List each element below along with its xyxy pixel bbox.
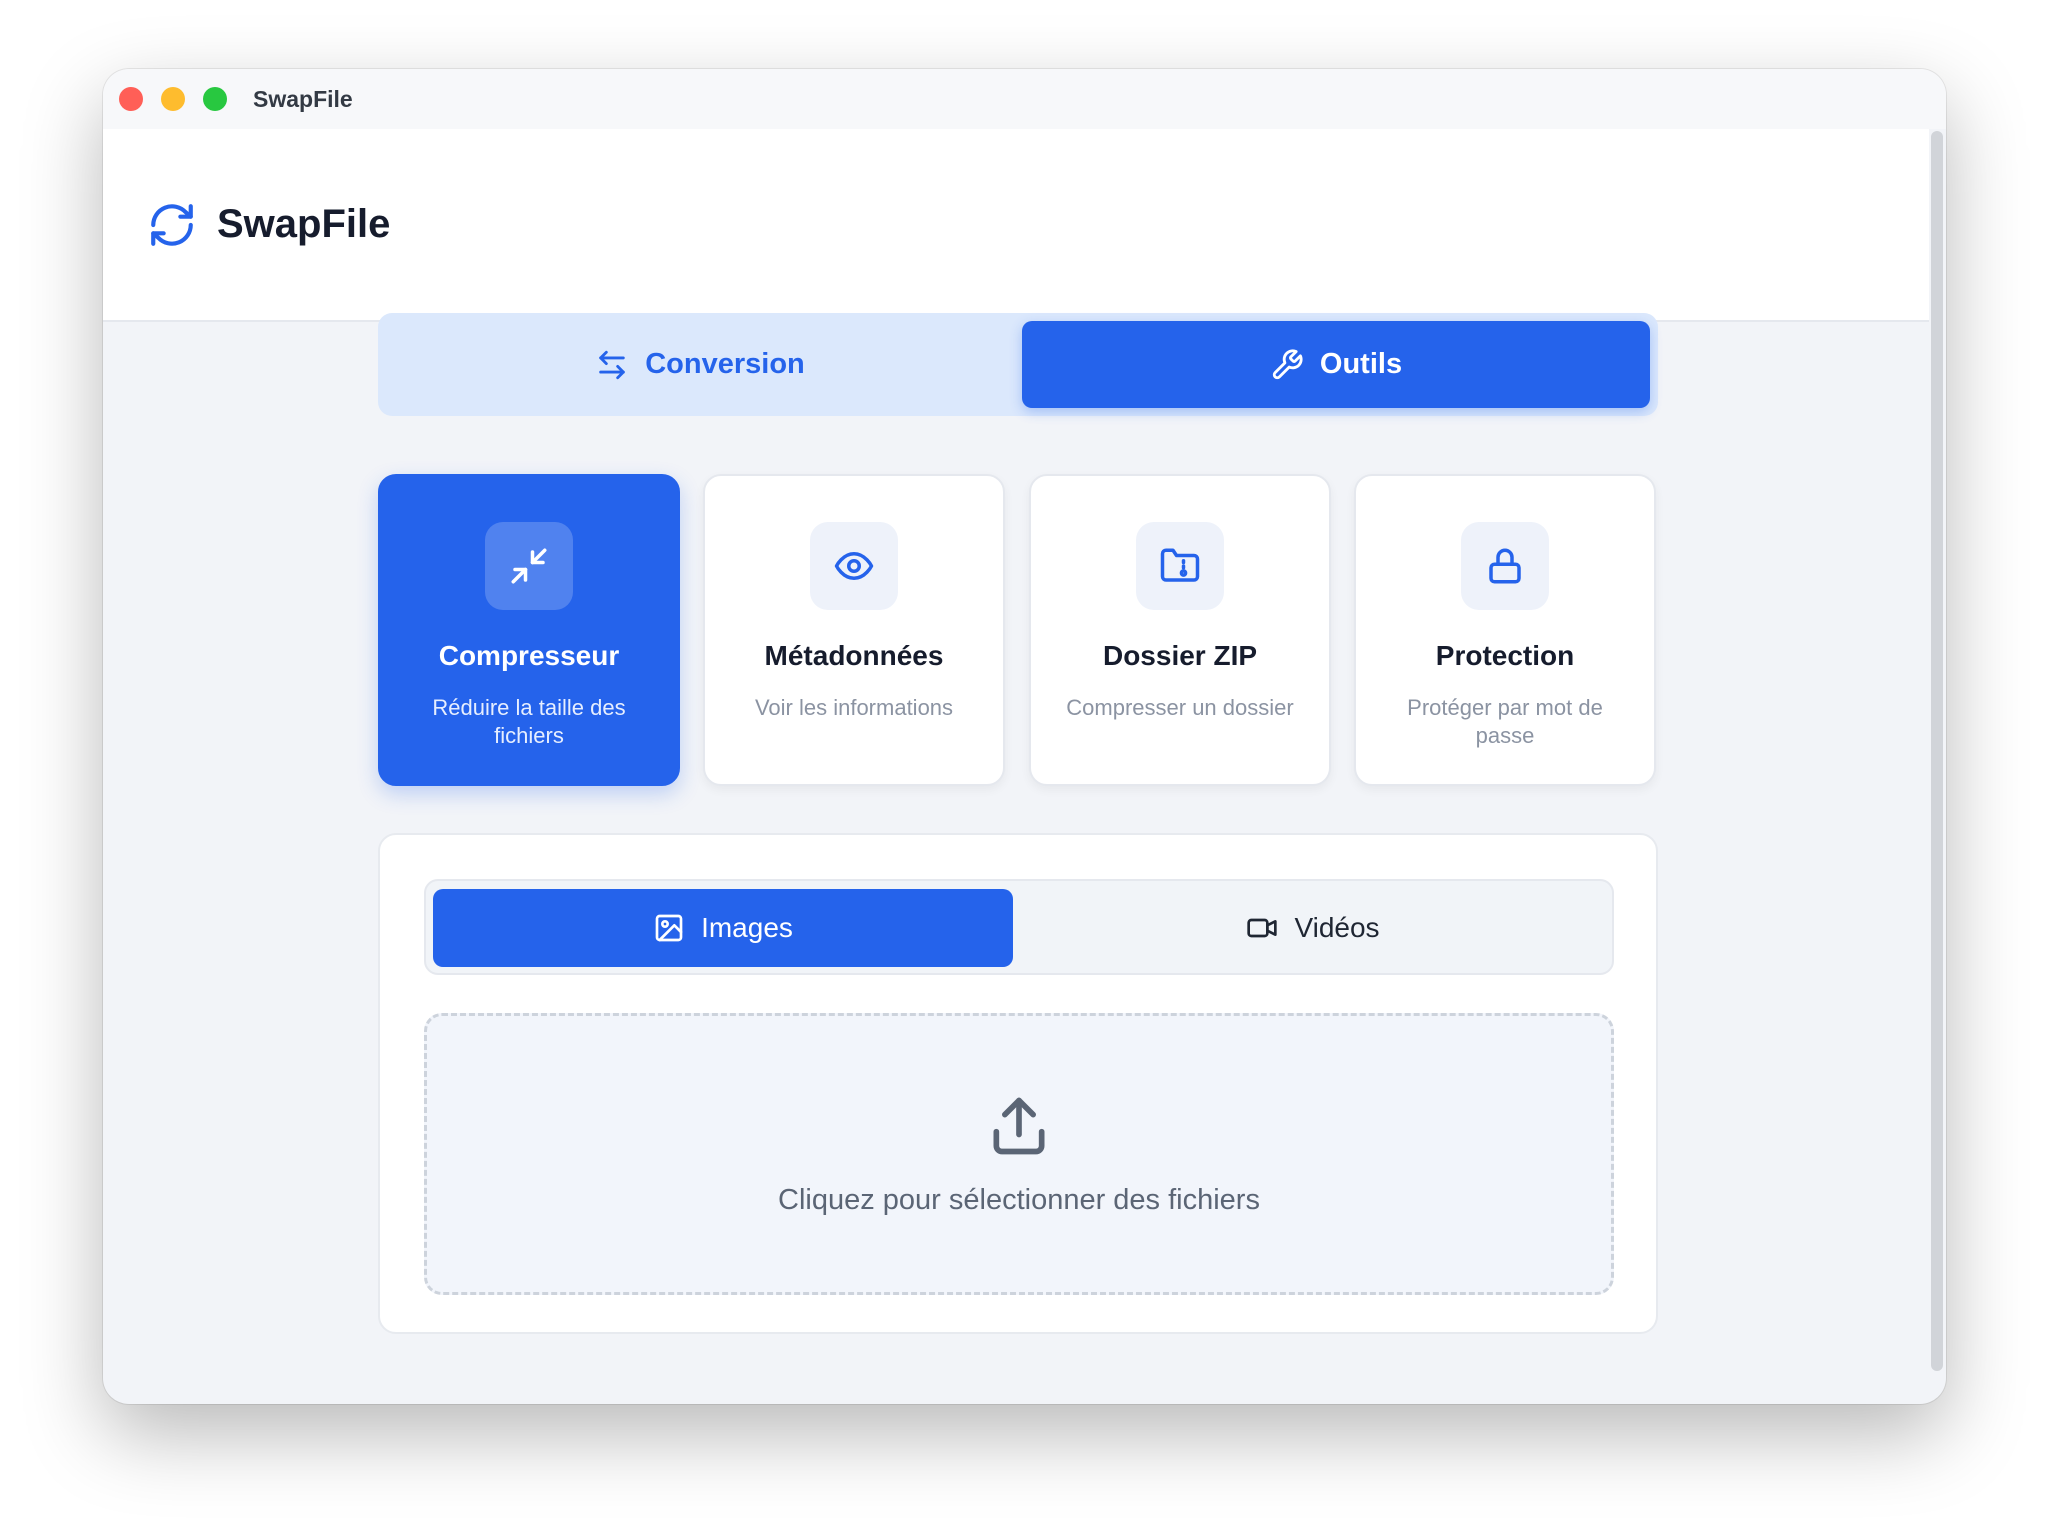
compress-arrows-icon bbox=[511, 548, 547, 584]
tab-videos-label: Vidéos bbox=[1294, 912, 1380, 943]
arrows-exchange-icon bbox=[599, 350, 625, 379]
upload-icon bbox=[993, 1097, 1045, 1155]
zip-folder-icon bbox=[1160, 548, 1200, 582]
tool-card-title: Protection bbox=[1435, 640, 1575, 671]
eye-icon bbox=[834, 552, 874, 580]
tool-card-description: Voir les informations bbox=[754, 695, 954, 720]
window-title: SwapFile bbox=[253, 85, 353, 112]
tool-card-description: Réduire la taille des fichiers bbox=[432, 695, 626, 748]
wrench-icon bbox=[1272, 348, 1303, 379]
tab-videos[interactable]: Vidéos bbox=[1023, 889, 1603, 967]
tool-card-title: Dossier ZIP bbox=[1102, 640, 1258, 671]
tool-cards: Compresseur Réduire la taille des fichie… bbox=[378, 474, 1658, 786]
media-type-tabs: Images Vidéos bbox=[424, 879, 1614, 975]
tool-card-metadonnees[interactable]: Métadonnées Voir les informations bbox=[703, 474, 1005, 786]
tab-conversion-label: Conversion bbox=[645, 348, 805, 380]
app-header: SwapFile bbox=[103, 129, 1929, 322]
app-name: SwapFile bbox=[217, 202, 391, 246]
window-controls bbox=[119, 87, 227, 111]
tool-card-description: Protéger par mot de passe bbox=[1407, 695, 1603, 748]
tab-conversion[interactable]: Conversion bbox=[386, 321, 1014, 408]
scrollbar[interactable] bbox=[1931, 131, 1943, 1371]
tool-card-description: Compresser un dossier bbox=[1066, 695, 1294, 720]
tool-card-compresseur[interactable]: Compresseur Réduire la taille des fichie… bbox=[378, 474, 680, 786]
tool-card-title: Compresseur bbox=[438, 640, 620, 671]
tool-card-title: Métadonnées bbox=[764, 640, 944, 671]
tab-outils[interactable]: Outils bbox=[1022, 321, 1650, 408]
maximize-window-button[interactable] bbox=[203, 87, 227, 111]
tool-card-dossier-zip[interactable]: Dossier ZIP Compresser un dossier bbox=[1029, 474, 1331, 786]
file-dropzone[interactable]: Cliquez pour sélectionner des fichiers bbox=[424, 1013, 1614, 1295]
video-camera-icon bbox=[1247, 918, 1278, 938]
tab-images[interactable]: Images bbox=[433, 889, 1013, 967]
minimize-window-button[interactable] bbox=[161, 87, 185, 111]
title-bar: SwapFile bbox=[103, 69, 1946, 129]
lock-icon bbox=[1489, 548, 1521, 584]
mode-tabs: Conversion Outils bbox=[378, 313, 1658, 416]
app-window: SwapFile SwapFile Conversion Outils Comp… bbox=[103, 69, 1946, 1404]
close-window-button[interactable] bbox=[119, 87, 143, 111]
image-icon bbox=[655, 914, 683, 942]
tool-card-protection[interactable]: Protection Protéger par mot de passe bbox=[1354, 474, 1656, 786]
compressor-panel: Images Vidéos Cliquez pour sélectionner … bbox=[378, 833, 1658, 1334]
tab-images-label: Images bbox=[701, 912, 793, 943]
dropzone-text: Cliquez pour sélectionner des fichiers bbox=[778, 1184, 1260, 1216]
tab-outils-label: Outils bbox=[1319, 348, 1403, 380]
refresh-icon bbox=[151, 203, 193, 246]
